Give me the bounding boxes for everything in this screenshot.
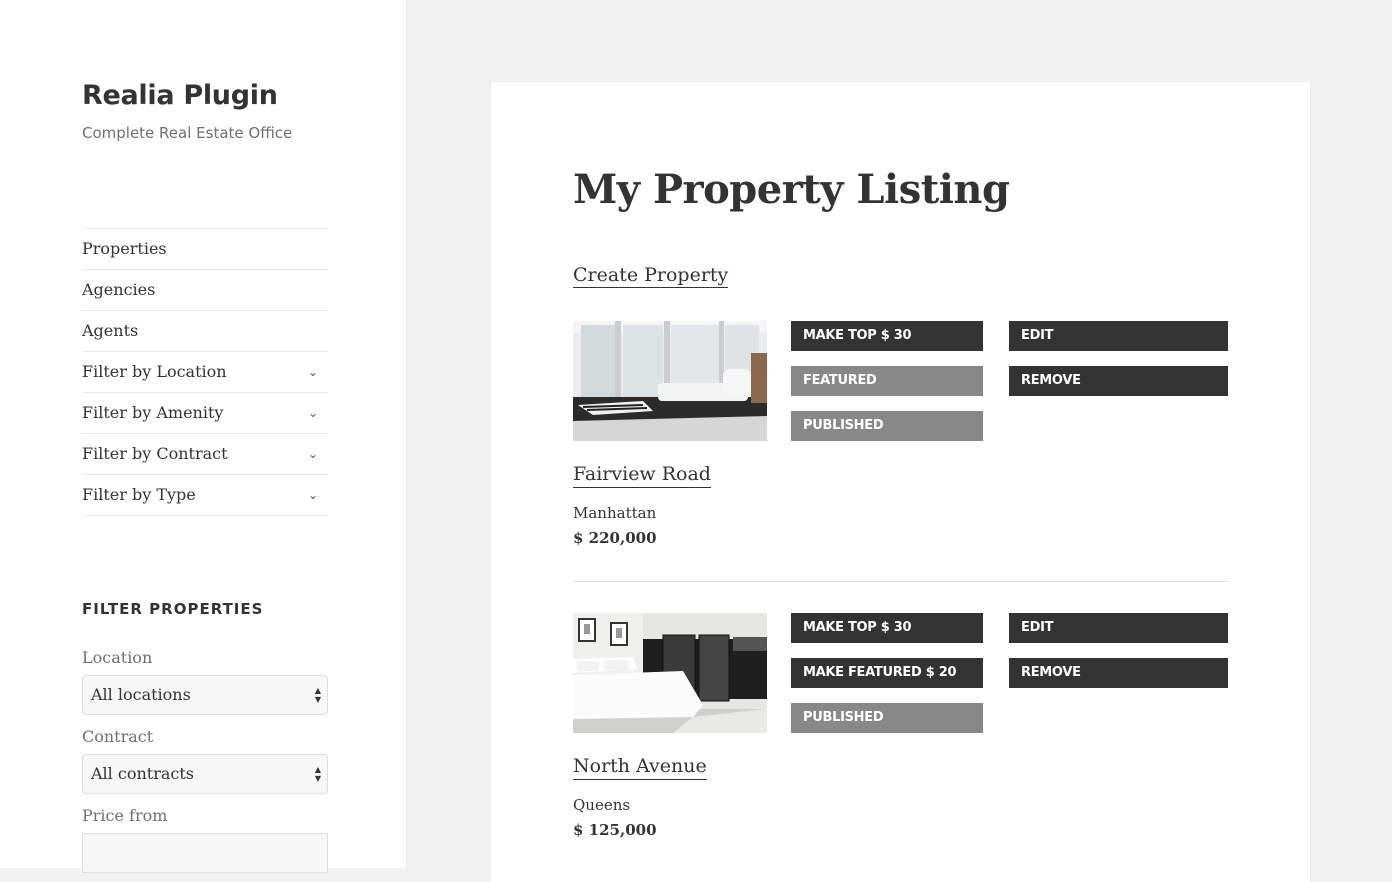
nav-item-label: Agencies: [82, 280, 156, 299]
location-select-value: All locations: [91, 685, 191, 704]
site-title[interactable]: Realia Plugin: [82, 80, 278, 111]
make-top-button[interactable]: MAKE TOP $ 30: [791, 321, 983, 351]
listing-divider: [573, 581, 1228, 582]
published-button[interactable]: PUBLISHED: [791, 411, 983, 441]
nav-item-label: Agents: [82, 321, 139, 340]
price-from-label: Price from: [82, 806, 168, 825]
create-property-link[interactable]: Create Property: [573, 263, 729, 288]
edit-button[interactable]: EDIT: [1009, 613, 1228, 643]
nav-item-label: Filter by Location: [82, 362, 227, 381]
page-title: My Property Listing: [573, 166, 1010, 213]
sidebar: Realia Plugin Complete Real Estate Offic…: [0, 0, 407, 873]
main-content: My Property Listing Create Property MAKE…: [491, 82, 1310, 882]
property-thumbnail[interactable]: [573, 321, 767, 441]
nav-item-filter-location[interactable]: Filter by Location ⌄: [82, 352, 328, 393]
nav-item-agents[interactable]: Agents: [82, 311, 328, 352]
remove-button[interactable]: REMOVE: [1009, 658, 1228, 688]
nav-item-properties[interactable]: Properties: [82, 229, 328, 270]
location-select[interactable]: All locations ▲ ▼: [82, 675, 328, 715]
contract-select[interactable]: All contracts ▲ ▼: [82, 754, 328, 794]
property-thumbnail[interactable]: [573, 613, 767, 733]
location-label: Location: [82, 648, 153, 667]
listing-price: $ 220,000: [573, 529, 657, 547]
site-description: Complete Real Estate Office: [82, 124, 293, 142]
contract-select-value: All contracts: [91, 764, 194, 783]
chevron-down-icon[interactable]: ⌄: [308, 475, 318, 515]
chevron-down-icon[interactable]: ⌄: [308, 434, 318, 474]
listing-title-link[interactable]: North Avenue: [573, 754, 707, 780]
nav-item-label: Filter by Type: [82, 485, 196, 504]
make-featured-button[interactable]: MAKE FEATURED $ 20: [791, 658, 983, 688]
nav-item-label: Properties: [82, 239, 167, 258]
remove-button[interactable]: REMOVE: [1009, 366, 1228, 396]
listing-location: Queens: [573, 796, 631, 814]
price-from-input[interactable]: [82, 833, 328, 873]
published-button[interactable]: PUBLISHED: [791, 703, 983, 733]
nav-item-agencies[interactable]: Agencies: [82, 270, 328, 311]
nav-item-filter-contract[interactable]: Filter by Contract ⌄: [82, 434, 328, 475]
listing-price: $ 125,000: [573, 821, 657, 839]
main-nav: Properties Agencies Agents Filter by Loc…: [82, 228, 328, 516]
listing-title-link[interactable]: Fairview Road: [573, 462, 711, 488]
edit-button[interactable]: EDIT: [1009, 321, 1228, 351]
living-room-photo: [573, 321, 767, 441]
select-arrows-icon: ▲ ▼: [314, 765, 321, 783]
chevron-down-icon[interactable]: ⌄: [308, 352, 318, 392]
bedroom-photo: [573, 613, 767, 733]
nav-item-label: Filter by Amenity: [82, 403, 224, 422]
filter-widget-title: FILTER PROPERTIES: [82, 600, 264, 618]
chevron-down-icon[interactable]: ⌄: [308, 393, 318, 433]
nav-item-label: Filter by Contract: [82, 444, 228, 463]
contract-label: Contract: [82, 727, 154, 746]
nav-item-filter-amenity[interactable]: Filter by Amenity ⌄: [82, 393, 328, 434]
make-top-button[interactable]: MAKE TOP $ 30: [791, 613, 983, 643]
featured-button[interactable]: FEATURED: [791, 366, 983, 396]
select-arrows-icon: ▲ ▼: [314, 686, 321, 704]
property-listing: MAKE TOP $ 30 FEATURED PUBLISHED EDIT RE…: [573, 321, 1228, 561]
listing-location: Manhattan: [573, 504, 657, 522]
property-listing: MAKE TOP $ 30 MAKE FEATURED $ 20 PUBLISH…: [573, 613, 1228, 853]
nav-item-filter-type[interactable]: Filter by Type ⌄: [82, 475, 328, 516]
